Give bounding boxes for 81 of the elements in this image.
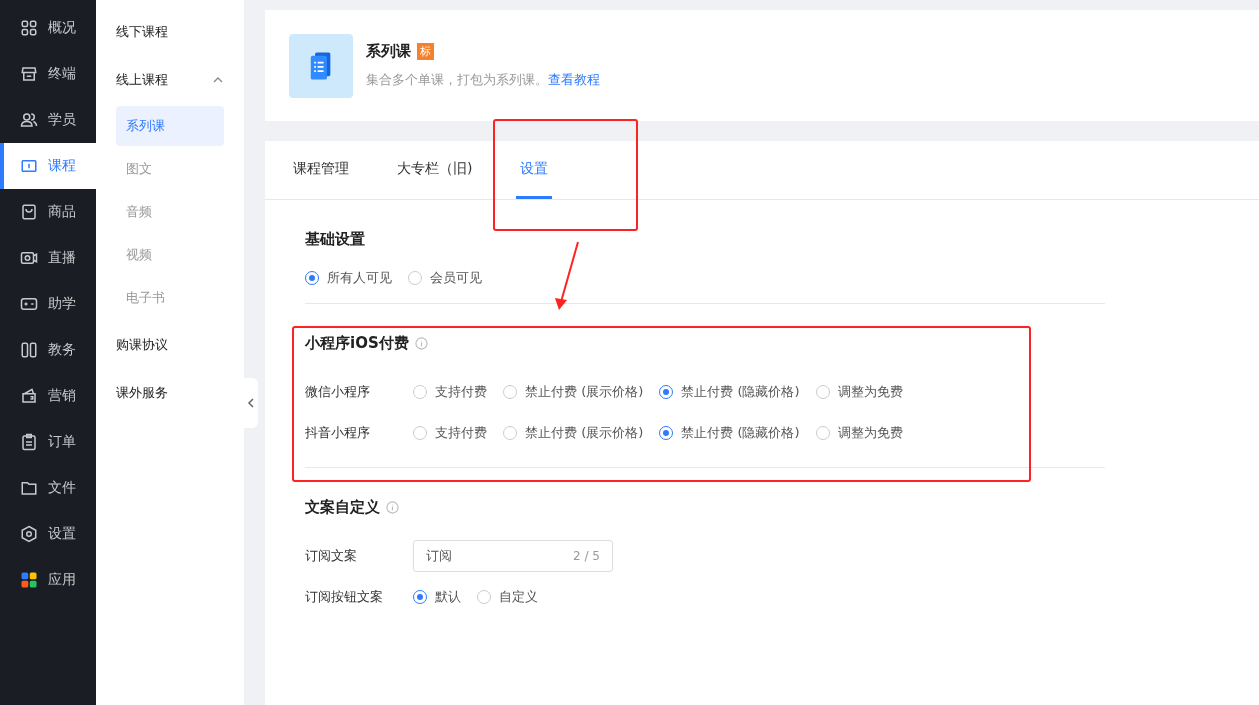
- nav-label: 文件: [48, 479, 76, 497]
- nav-label: 设置: [48, 525, 76, 543]
- nav-item[interactable]: 应用: [0, 557, 96, 603]
- radio-option[interactable]: 禁止付费 (隐藏价格): [659, 421, 800, 444]
- nav-icon: [20, 111, 38, 129]
- nav-item[interactable]: 直播: [0, 235, 96, 281]
- nav-item[interactable]: 概况: [0, 5, 96, 51]
- tab[interactable]: 设置: [516, 141, 553, 199]
- apps-icon: [20, 571, 38, 589]
- radio-option[interactable]: 默认: [413, 585, 461, 608]
- radio-option[interactable]: 自定义: [477, 585, 538, 608]
- radio-option[interactable]: 禁止付费 (展示价格): [503, 380, 644, 403]
- nav-label: 学员: [48, 111, 76, 129]
- nav-item[interactable]: 学员: [0, 97, 96, 143]
- nav-item[interactable]: 教务: [0, 327, 96, 373]
- field-label: 抖音小程序: [305, 423, 371, 442]
- sub-nav-label: 线上课程: [116, 71, 168, 89]
- sub-nav-label: 购课协议: [116, 336, 168, 354]
- nav-label: 概况: [48, 19, 76, 37]
- sub-nav-item[interactable]: 线上课程: [116, 56, 224, 104]
- nav-icon: [20, 433, 38, 451]
- annotation-arrow: [552, 240, 582, 312]
- tag: 标: [417, 43, 434, 60]
- radio-option[interactable]: 禁止付费 (展示价格): [503, 421, 644, 444]
- sub-nav-child[interactable]: 系列课: [116, 106, 224, 146]
- nav-icon: [20, 249, 38, 267]
- radio-option[interactable]: 支持付费: [413, 380, 487, 403]
- nav-label: 教务: [48, 341, 76, 359]
- section-title: 基础设置: [305, 230, 366, 249]
- field-label: 微信小程序: [305, 382, 371, 401]
- nav-icon: [20, 19, 38, 37]
- nav-icon: [20, 203, 38, 221]
- nav-item[interactable]: 助学: [0, 281, 96, 327]
- page-title: 系列课: [366, 42, 411, 61]
- nav-label: 营销: [48, 387, 76, 405]
- nav-item[interactable]: 营销: [0, 373, 96, 419]
- nav-item[interactable]: 文件: [0, 465, 96, 511]
- nav-icon: [20, 341, 38, 359]
- tutorial-link[interactable]: 查看教程: [548, 71, 600, 89]
- sub-nav-label: 课外服务: [116, 384, 168, 402]
- nav-icon: [20, 479, 38, 497]
- radio-option[interactable]: 所有人可见: [305, 267, 392, 289]
- nav-icon: [20, 65, 38, 83]
- nav-item[interactable]: 商品: [0, 189, 96, 235]
- tab[interactable]: 课程管理: [289, 141, 353, 199]
- nav-label: 课程: [48, 157, 76, 175]
- nav-label: 直播: [48, 249, 76, 267]
- collapse-handle[interactable]: [244, 378, 258, 428]
- nav-label: 助学: [48, 295, 76, 313]
- sub-nav-item[interactable]: 课外服务: [116, 369, 224, 417]
- sub-nav-item[interactable]: 购课协议: [116, 321, 224, 369]
- radio-option[interactable]: 调整为免费: [815, 421, 903, 444]
- nav-label: 商品: [48, 203, 76, 221]
- info-icon: [386, 501, 399, 514]
- radio-option[interactable]: 禁止付费 (隐藏价格): [659, 380, 800, 403]
- nav-icon: [20, 387, 38, 405]
- description: 集合多个单课，打包为系列课。: [366, 71, 548, 89]
- nav-label: 订单: [48, 433, 76, 451]
- sub-nav-item[interactable]: 线下课程: [116, 8, 224, 56]
- document-icon: [289, 33, 353, 98]
- info-icon: [414, 337, 428, 350]
- nav-label: 应用: [48, 571, 76, 589]
- field-label: 订阅文案: [305, 546, 358, 565]
- nav-icon: [20, 295, 38, 313]
- chevron-left-icon: [247, 397, 255, 409]
- nav-icon: [20, 525, 38, 543]
- field-label: 订阅按钮文案: [305, 587, 384, 606]
- nav-item[interactable]: 终端: [0, 51, 96, 97]
- section-title: 小程序iOS付费: [305, 334, 409, 353]
- nav-item[interactable]: 设置: [0, 511, 96, 557]
- section-title: 文案自定义: [305, 498, 380, 517]
- sub-nav-label: 线下课程: [116, 23, 168, 41]
- radio-option[interactable]: 调整为免费: [815, 380, 903, 403]
- nav-item[interactable]: 课程: [0, 143, 96, 189]
- nav-item[interactable]: 订单: [0, 419, 96, 465]
- input-field[interactable]: 订阅 2 / 5: [413, 539, 613, 572]
- tab[interactable]: 大专栏（旧): [393, 141, 477, 199]
- radio-option[interactable]: 支持付费: [413, 421, 487, 444]
- nav-label: 终端: [48, 65, 76, 83]
- radio-option[interactable]: 会员可见: [408, 267, 482, 289]
- nav-icon: [20, 157, 38, 175]
